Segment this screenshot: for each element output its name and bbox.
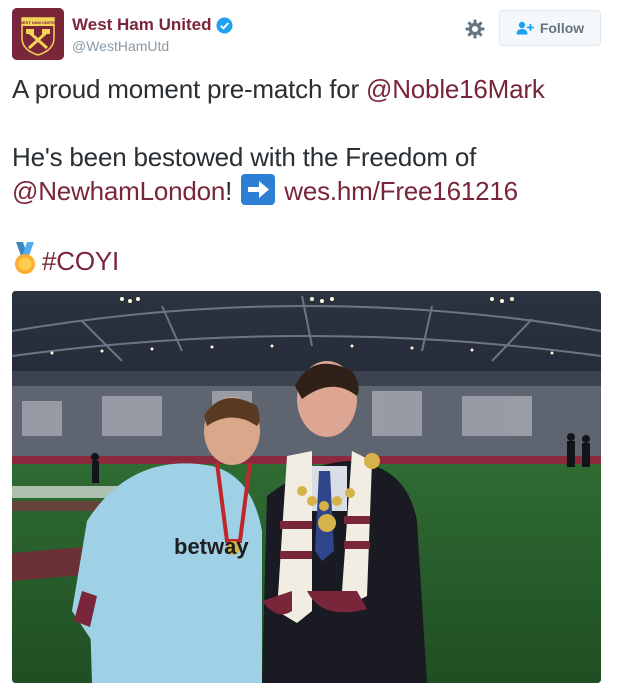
tweet-header: WEST HAM UNITED West Ham United @WestHam…: [12, 8, 612, 64]
tweet-line-1-text: A proud moment pre-match for: [12, 74, 367, 104]
gear-icon[interactable]: [464, 18, 486, 40]
url-link[interactable]: wes.hm/Free161216: [284, 176, 518, 206]
screen-name[interactable]: @WestHamUtd: [72, 38, 233, 54]
hashtag-coyi[interactable]: #COYI: [42, 246, 119, 276]
mention-link-newham[interactable]: @NewhamLondon: [12, 176, 225, 206]
tweet-line-3: @NewhamLondon! wes.hm/Free161216: [12, 174, 612, 208]
tweet-line-4: #COYI: [12, 242, 612, 278]
tweet-line-3-text: !: [225, 176, 233, 206]
follow-button-label: Follow: [539, 20, 585, 36]
tweet-photo[interactable]: betway: [12, 291, 601, 683]
avatar-crest-text: WEST HAM UNITED: [19, 20, 57, 25]
medal-icon: [12, 242, 38, 276]
mention-link-noble[interactable]: @Noble16Mark: [366, 74, 545, 104]
tweet-line-2: He's been bestowed with the Freedom of: [12, 142, 477, 172]
right-arrow-icon: [241, 174, 276, 205]
verified-badge-icon: [216, 17, 233, 34]
display-name[interactable]: West Ham United: [72, 15, 212, 35]
follow-button[interactable]: Follow: [499, 10, 601, 46]
tweet-line-1: A proud moment pre-match for @Noble16Mar…: [12, 72, 612, 106]
avatar[interactable]: WEST HAM UNITED: [12, 8, 64, 60]
jersey-sponsor: betway: [174, 534, 249, 559]
add-user-icon: [516, 21, 534, 35]
account-names: West Ham United @WestHamUtd: [72, 14, 233, 54]
tweet-text: A proud moment pre-match for @Noble16Mar…: [12, 72, 612, 278]
